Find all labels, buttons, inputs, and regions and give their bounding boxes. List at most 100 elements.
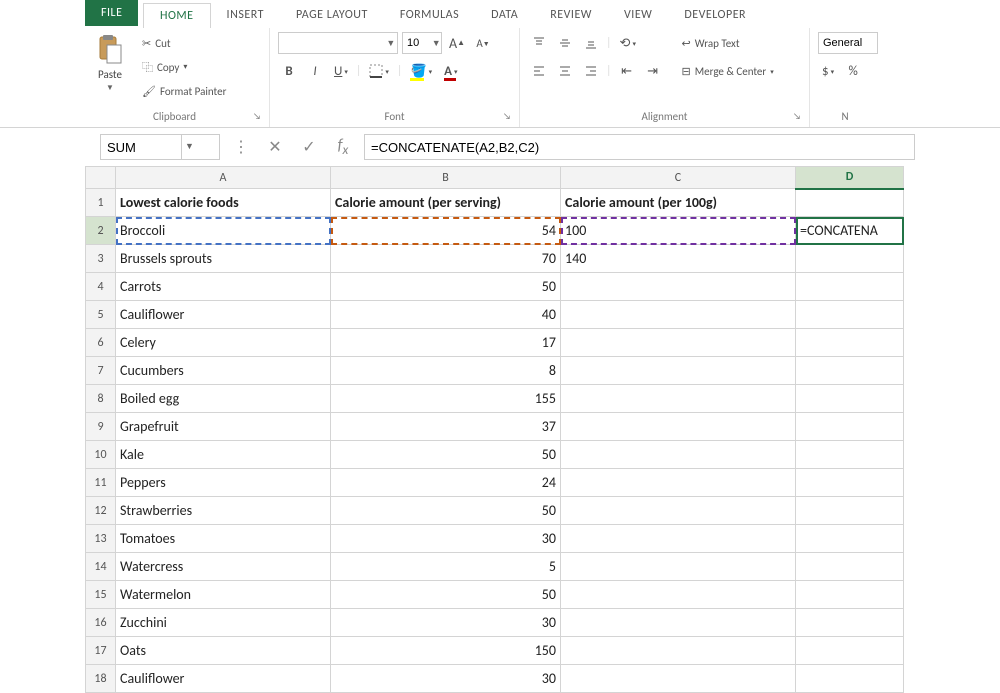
cell-A18[interactable]: Cauliflower: [116, 665, 331, 693]
align-left-button[interactable]: [528, 60, 550, 82]
font-launcher[interactable]: ↘: [503, 111, 515, 123]
cell-D13[interactable]: [796, 525, 904, 553]
row-head[interactable]: 8: [86, 385, 116, 413]
tab-review[interactable]: REVIEW: [534, 3, 608, 28]
formula-options-button[interactable]: ⋮: [228, 134, 254, 160]
format-painter-button[interactable]: 🖌 Format Painter: [138, 80, 230, 102]
cell-A17[interactable]: Oats: [116, 637, 331, 665]
cell-D5[interactable]: [796, 301, 904, 329]
cell-C10[interactable]: [561, 441, 796, 469]
font-color-button[interactable]: A ▾: [440, 60, 461, 82]
align-right-button[interactable]: [580, 60, 602, 82]
cell-B13[interactable]: 30: [331, 525, 561, 553]
cell-B12[interactable]: 50: [331, 497, 561, 525]
font-name-input[interactable]: [279, 37, 385, 49]
cell-D12[interactable]: [796, 497, 904, 525]
row-head[interactable]: 2: [86, 217, 116, 245]
cell-C3[interactable]: 140: [561, 245, 796, 273]
cell-C7[interactable]: [561, 357, 796, 385]
bold-button[interactable]: B: [278, 60, 300, 82]
cell-C15[interactable]: [561, 581, 796, 609]
increase-indent-button[interactable]: ⇥: [642, 60, 664, 82]
align-center-button[interactable]: [554, 60, 576, 82]
row-head[interactable]: 3: [86, 245, 116, 273]
orientation-button[interactable]: ⟲▾: [616, 32, 640, 54]
cell-A4[interactable]: Carrots: [116, 273, 331, 301]
cell-B4[interactable]: 50: [331, 273, 561, 301]
tab-home[interactable]: HOME: [143, 3, 211, 28]
cell-A16[interactable]: Zucchini: [116, 609, 331, 637]
cell-B1[interactable]: Calorie amount (per serving): [331, 189, 561, 217]
decrease-font-button[interactable]: A▼: [472, 32, 494, 54]
font-size-combo[interactable]: ▼: [402, 32, 442, 54]
cell-C14[interactable]: [561, 553, 796, 581]
cell-D4[interactable]: [796, 273, 904, 301]
col-head-C[interactable]: C: [561, 167, 796, 189]
cell-D3[interactable]: [796, 245, 904, 273]
cell-C9[interactable]: [561, 413, 796, 441]
increase-font-button[interactable]: A▲: [446, 32, 468, 54]
number-format-input[interactable]: [819, 37, 877, 49]
cell-D1[interactable]: [796, 189, 904, 217]
font-size-input[interactable]: [403, 37, 431, 49]
fill-color-button[interactable]: 🪣 ▾: [406, 60, 436, 82]
row-head[interactable]: 1: [86, 189, 116, 217]
cell-D8[interactable]: [796, 385, 904, 413]
cell-B9[interactable]: 37: [331, 413, 561, 441]
number-format-combo[interactable]: [818, 32, 878, 54]
col-head-B[interactable]: B: [331, 167, 561, 189]
select-all-corner[interactable]: [86, 167, 116, 189]
cancel-formula-button[interactable]: ✕: [262, 134, 288, 160]
cell-A13[interactable]: Tomatoes: [116, 525, 331, 553]
cell-B10[interactable]: 50: [331, 441, 561, 469]
cell-D9[interactable]: [796, 413, 904, 441]
tab-data[interactable]: DATA: [475, 3, 534, 28]
cell-C18[interactable]: [561, 665, 796, 693]
cell-B11[interactable]: 24: [331, 469, 561, 497]
cell-B7[interactable]: 8: [331, 357, 561, 385]
font-name-combo[interactable]: ▼: [278, 32, 398, 54]
cell-D6[interactable]: [796, 329, 904, 357]
wrap-text-button[interactable]: ↩ Wrap Text: [678, 32, 778, 54]
cell-C2[interactable]: 100: [561, 217, 796, 245]
cell-C12[interactable]: [561, 497, 796, 525]
row-head[interactable]: 9: [86, 413, 116, 441]
cell-C16[interactable]: [561, 609, 796, 637]
cell-C8[interactable]: [561, 385, 796, 413]
cell-A5[interactable]: Cauliflower: [116, 301, 331, 329]
name-box[interactable]: ▼: [100, 134, 220, 160]
cell-D7[interactable]: [796, 357, 904, 385]
cell-B5[interactable]: 40: [331, 301, 561, 329]
cell-C1[interactable]: Calorie amount (per 100g): [561, 189, 796, 217]
cell-A12[interactable]: Strawberries: [116, 497, 331, 525]
cut-button[interactable]: ✂ Cut: [138, 32, 230, 54]
align-top-button[interactable]: [528, 32, 550, 54]
align-middle-button[interactable]: [554, 32, 576, 54]
cell-C17[interactable]: [561, 637, 796, 665]
copy-button[interactable]: ⿻ Copy ▾: [138, 56, 230, 78]
cell-D10[interactable]: [796, 441, 904, 469]
row-head[interactable]: 6: [86, 329, 116, 357]
italic-button[interactable]: I: [304, 60, 326, 82]
cell-D18[interactable]: [796, 665, 904, 693]
cell-B6[interactable]: 17: [331, 329, 561, 357]
cell-B17[interactable]: 150: [331, 637, 561, 665]
cell-A8[interactable]: Boiled egg: [116, 385, 331, 413]
alignment-launcher[interactable]: ↘: [793, 111, 805, 123]
row-head[interactable]: 5: [86, 301, 116, 329]
cell-C11[interactable]: [561, 469, 796, 497]
chevron-down-icon[interactable]: ▼: [385, 38, 397, 49]
cell-D16[interactable]: [796, 609, 904, 637]
insert-function-button[interactable]: fx: [330, 134, 356, 160]
enter-formula-button[interactable]: ✓: [296, 134, 322, 160]
cell-A6[interactable]: Celery: [116, 329, 331, 357]
cell-B15[interactable]: 50: [331, 581, 561, 609]
chevron-down-icon[interactable]: ▼: [181, 135, 197, 159]
cell-A10[interactable]: Kale: [116, 441, 331, 469]
cell-B8[interactable]: 155: [331, 385, 561, 413]
name-box-input[interactable]: [101, 140, 181, 155]
row-head[interactable]: 4: [86, 273, 116, 301]
cell-A7[interactable]: Cucumbers: [116, 357, 331, 385]
row-head[interactable]: 7: [86, 357, 116, 385]
decrease-indent-button[interactable]: ⇤: [616, 60, 638, 82]
